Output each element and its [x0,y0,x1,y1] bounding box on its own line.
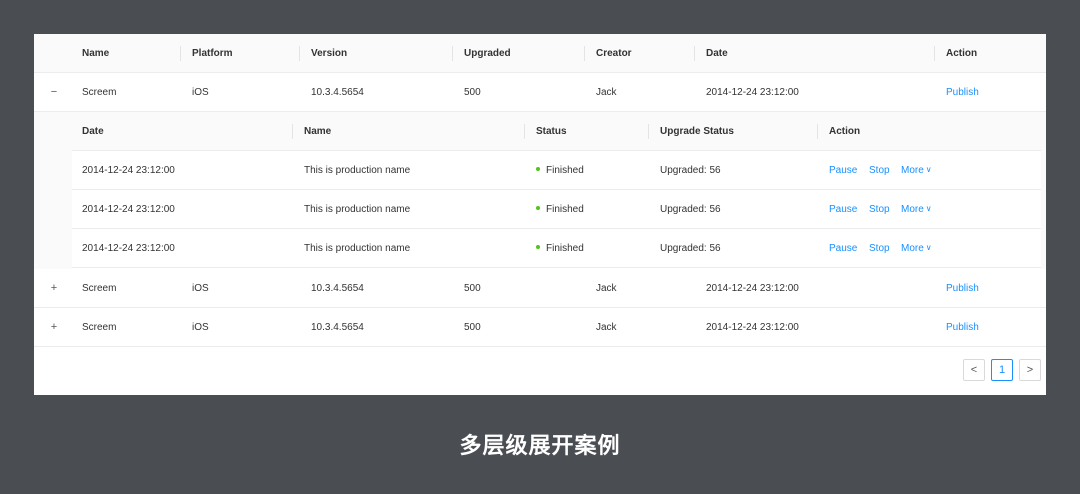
row-version: 10.3.4.5654 [311,87,364,98]
column-divider [817,124,818,139]
table-row: + Screem iOS 10.3.4.5654 500 Jack 2014-1… [34,269,1046,308]
row-name: Screem [82,283,117,294]
expand-row-icon[interactable]: + [47,308,61,347]
column-divider [694,46,695,61]
column-divider [452,46,453,61]
page-caption: 多层级展开案例 [459,434,621,459]
row-date: 2014-12-24 23:12:00 [706,283,799,294]
nested-row-name: This is production name [304,165,411,176]
nested-row-status: Finished [536,190,584,229]
nested-column-header-status: Status [536,126,567,137]
more-dropdown[interactable]: More ∨ [901,190,932,229]
column-header-date: Date [706,48,728,59]
nested-row-status: Finished [536,151,584,190]
pause-link[interactable]: Pause [829,229,857,268]
column-header-action: Action [946,48,978,59]
row-date: 2014-12-24 23:12:00 [706,87,799,98]
status-label: Finished [546,165,584,176]
more-label: More [901,243,924,254]
row-upgraded: 500 [464,87,481,98]
publish-link[interactable]: Publish [946,269,979,308]
nested-column-header-date: Date [82,126,104,137]
expanded-row-panel: Date Name Status Upgrade Status Action 2… [34,112,1046,269]
more-dropdown[interactable]: More ∨ [901,229,932,268]
stop-link[interactable]: Stop [869,151,890,190]
column-divider [299,46,300,61]
nested-row-name: This is production name [304,204,411,215]
column-header-platform: Platform [192,48,233,59]
nested-table-row: 2014-12-24 23:12:00 This is production n… [72,151,1041,190]
more-label: More [901,165,924,176]
stop-link[interactable]: Stop [869,190,890,229]
row-upgraded: 500 [464,283,481,294]
nested-row-upgrade-status: Upgraded: 56 [660,165,721,176]
nested-row-date: 2014-12-24 23:12:00 [82,204,175,215]
column-header-creator: Creator [596,48,632,59]
stop-link[interactable]: Stop [869,229,890,268]
status-dot-icon [536,245,540,250]
pagination-prev-button[interactable]: < [963,359,985,381]
row-creator: Jack [596,322,617,333]
nested-table-row: 2014-12-24 23:12:00 This is production n… [72,229,1041,268]
nested-row-upgrade-status: Upgraded: 56 [660,204,721,215]
row-upgraded: 500 [464,322,481,333]
nested-column-header-name: Name [304,126,332,137]
nested-table-row: 2014-12-24 23:12:00 This is production n… [72,190,1041,229]
more-dropdown[interactable]: More ∨ [901,151,932,190]
row-platform: iOS [192,87,209,98]
publish-link[interactable]: Publish [946,308,979,347]
nested-table: Date Name Status Upgrade Status Action 2… [72,112,1041,269]
table-row: + Screem iOS 10.3.4.5654 500 Jack 2014-1… [34,308,1046,347]
nested-row-date: 2014-12-24 23:12:00 [82,243,175,254]
expand-row-icon[interactable]: + [47,269,61,308]
column-divider [292,124,293,139]
nested-row-status: Finished [536,229,584,268]
row-name: Screem [82,87,117,98]
row-name: Screem [82,322,117,333]
nested-row-name: This is production name [304,243,411,254]
column-divider [584,46,585,61]
pause-link[interactable]: Pause [829,151,857,190]
row-creator: Jack [596,283,617,294]
column-header-version: Version [311,48,348,59]
row-version: 10.3.4.5654 [311,283,364,294]
chevron-down-icon: ∨ [925,243,932,252]
nested-row-date: 2014-12-24 23:12:00 [82,165,175,176]
collapse-row-icon[interactable]: − [47,73,61,112]
more-label: More [901,204,924,215]
nested-table-header: Date Name Status Upgrade Status Action [72,112,1041,151]
expandable-table-card: Name Platform Version Upgraded Creator D… [34,34,1046,395]
chevron-down-icon: ∨ [925,165,932,174]
status-label: Finished [546,243,584,254]
publish-link[interactable]: Publish [946,73,979,112]
column-header-name: Name [82,48,110,59]
nested-column-header-upgrade-status: Upgrade Status [660,126,734,137]
pagination-next-button[interactable]: > [1019,359,1041,381]
status-label: Finished [546,204,584,215]
table-header: Name Platform Version Upgraded Creator D… [34,34,1046,73]
column-divider [180,46,181,61]
row-creator: Jack [596,87,617,98]
chevron-down-icon: ∨ [925,204,932,213]
column-divider [524,124,525,139]
nested-column-header-action: Action [829,126,861,137]
pause-link[interactable]: Pause [829,190,857,229]
pagination-page-button[interactable]: 1 [991,359,1013,381]
status-dot-icon [536,206,540,211]
row-platform: iOS [192,283,209,294]
row-platform: iOS [192,322,209,333]
row-date: 2014-12-24 23:12:00 [706,322,799,333]
table-row: − Screem iOS 10.3.4.5654 500 Jack 2014-1… [34,73,1046,112]
column-divider [934,46,935,61]
column-divider [648,124,649,139]
column-header-upgraded: Upgraded [464,48,511,59]
nested-row-upgrade-status: Upgraded: 56 [660,243,721,254]
row-version: 10.3.4.5654 [311,322,364,333]
status-dot-icon [536,167,540,172]
